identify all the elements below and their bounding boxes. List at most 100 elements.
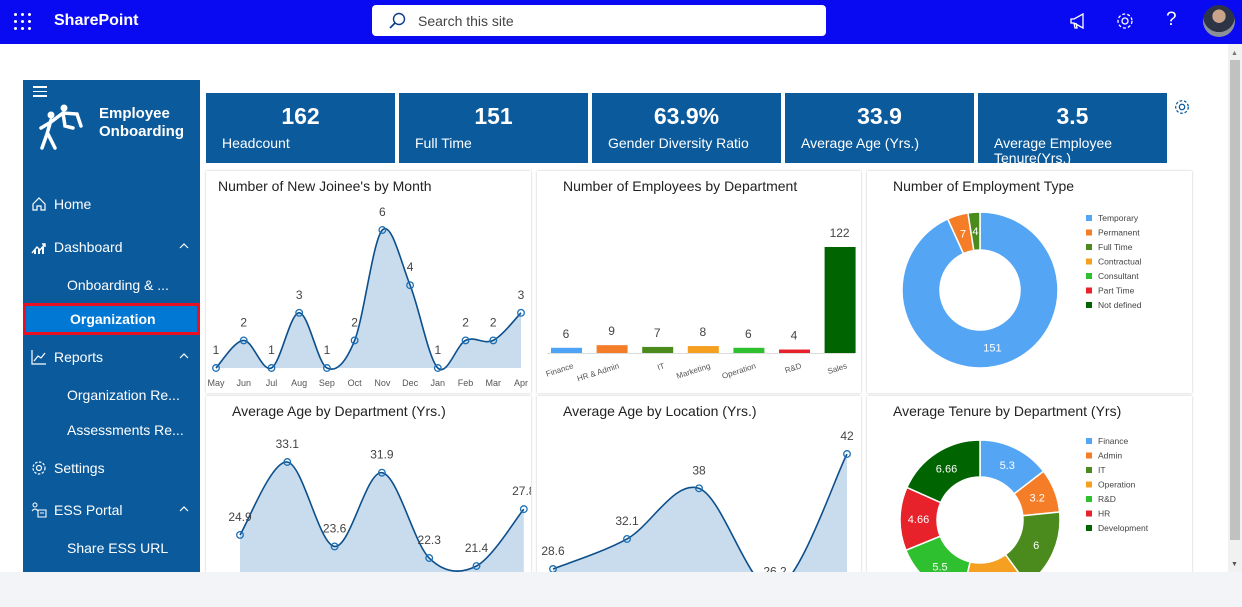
sidebar-item-ess-portal[interactable]: ESS Portal [23, 494, 200, 526]
app-title: Employee Onboarding [99, 105, 184, 141]
search-icon [389, 12, 406, 29]
data-label: 7 [654, 326, 661, 340]
app-title-line2: Onboarding [99, 123, 184, 140]
scroll-down-icon[interactable]: ▼ [1231, 561, 1238, 568]
data-label: 6 [379, 205, 386, 219]
sidebar-item-home[interactable]: Home [23, 188, 200, 220]
chart-line-icon [31, 350, 46, 365]
bar [596, 345, 628, 353]
new-joinees-chart: Number of New Joinee's by Month 1 2 1 3 1 2 6 4 1… [206, 171, 531, 393]
kpi-value: 3.5 [1056, 103, 1089, 129]
data-label: 1 [434, 343, 441, 357]
data-label: 22.3 [418, 533, 442, 547]
legend-label: Permanent [1098, 228, 1140, 238]
employees-by-department-chart: Number of Employees by Department 6 Financ… [537, 171, 861, 393]
legend-swatch [1086, 229, 1092, 236]
sidebar-item-reports[interactable]: Reports [23, 341, 200, 373]
legend-label: Development [1098, 523, 1149, 533]
legend-swatch [1086, 481, 1092, 488]
kpi-tile[interactable]: 63.9% Gender Diversity Ratio [592, 93, 781, 163]
sidebar-item-onboarding[interactable]: Onboarding & ... [23, 269, 200, 301]
data-label: 42 [840, 429, 854, 443]
legend-label: Consultant [1098, 271, 1139, 281]
sidebar-item-label: Home [54, 196, 92, 212]
help-icon[interactable]: ? [1166, 9, 1177, 31]
scroll-up-icon[interactable]: ▲ [1231, 50, 1238, 57]
settings-icon[interactable] [1115, 11, 1135, 31]
legend-label: Admin [1098, 451, 1122, 461]
bar [551, 347, 582, 353]
megaphone-icon[interactable] [1068, 11, 1088, 31]
legend-swatch [1086, 244, 1092, 250]
scrollbar-thumb[interactable] [1230, 60, 1240, 540]
app-launcher-icon[interactable] [14, 13, 32, 31]
chevron-up-icon[interactable] [178, 503, 190, 515]
legend-swatch [1086, 302, 1092, 308]
sidebar-item-dashboard[interactable]: Dashboard [23, 231, 200, 263]
legend-label: HR [1098, 509, 1110, 519]
dashboard-icon [31, 243, 46, 254]
sidebar: Employee Onboarding Home Dashboard Onboardi… [23, 80, 200, 591]
legend-label: IT [1098, 465, 1106, 475]
home-icon [32, 197, 46, 211]
data-label: 4 [791, 329, 798, 343]
kpi-label: Full Time [415, 135, 472, 151]
kpi-tile[interactable]: 33.9 Average Age (Yrs.) [785, 93, 974, 163]
kpi-tile[interactable]: 151 Full Time [399, 93, 588, 163]
chevron-up-icon[interactable] [178, 350, 190, 362]
legend-swatch [1086, 510, 1092, 517]
employment-type-chart: Number of Employment Type 151 7 4 Temporary P… [867, 171, 1192, 393]
x-tick-label: Finance [545, 361, 575, 379]
sidebar-item-assessments-re[interactable]: Assessments Re... [23, 414, 200, 446]
data-label: 6 [745, 327, 752, 341]
sidebar-item-label: Reports [54, 349, 104, 365]
scrollbar[interactable]: ▲ ▼ [1228, 44, 1242, 572]
kpi-tile[interactable]: 162 Headcount [206, 93, 395, 163]
kpi-label: Average Age (Yrs.) [801, 135, 920, 151]
slice-label: 6.66 [936, 463, 957, 475]
x-tick-label: Nov [374, 378, 391, 388]
legend-swatch [1086, 438, 1092, 444]
chevron-up-icon[interactable] [178, 240, 190, 252]
legend-swatch [1086, 452, 1092, 459]
bar [824, 247, 856, 353]
kpi-value: 151 [474, 103, 513, 129]
kpi-label: Headcount [222, 135, 290, 151]
avatar[interactable] [1203, 5, 1235, 37]
dashboard-settings-icon[interactable] [1173, 98, 1191, 116]
sidebar-item-share-ess-url[interactable]: Share ESS URL [23, 532, 200, 564]
data-label: 28.6 [541, 544, 565, 558]
data-label: 2 [490, 315, 497, 329]
sidebar-item-organization-re[interactable]: Organization Re... [23, 379, 200, 411]
age-by-department-chart: Average Age by Department (Yrs.) 24.9 33.1… [206, 396, 531, 596]
sidebar-item-organization[interactable]: Organization [23, 303, 200, 335]
x-tick-label: Oct [348, 378, 363, 388]
app-name[interactable]: SharePoint [54, 12, 138, 30]
legend-label: Contractual [1098, 257, 1142, 267]
ess-portal-icon [31, 502, 47, 518]
data-label: 21.4 [465, 541, 489, 555]
bar [687, 346, 719, 353]
slice-label: 4 [972, 226, 978, 238]
search-input[interactable]: Search this site [372, 5, 826, 36]
gear-icon [32, 461, 46, 475]
kpi-value: 162 [281, 103, 320, 129]
kpi-tile[interactable]: 3.5 Average Employee Tenure(Yrs.) [978, 93, 1167, 166]
x-tick-label: Feb [458, 378, 474, 388]
data-label: 4 [407, 260, 414, 274]
x-tick-label: R&D [784, 361, 803, 375]
sidebar-item-settings[interactable]: Settings [23, 452, 200, 484]
slice-label: 7 [960, 228, 966, 240]
legend-swatch [1086, 258, 1092, 265]
menu-icon[interactable] [33, 86, 47, 100]
bar [733, 347, 765, 353]
data-label: 122 [830, 226, 850, 240]
bar [779, 349, 810, 353]
data-label: 3 [296, 288, 303, 302]
kpi-label: Gender Diversity Ratio [608, 135, 749, 151]
x-tick-label: Jan [431, 378, 446, 388]
kpi-value: 33.9 [857, 103, 902, 129]
slice-label: 6 [1033, 540, 1039, 552]
main-content: Employee Onboarding Home Dashboard Onboardi… [0, 44, 1228, 596]
app-title-line1: Employee [99, 105, 170, 122]
